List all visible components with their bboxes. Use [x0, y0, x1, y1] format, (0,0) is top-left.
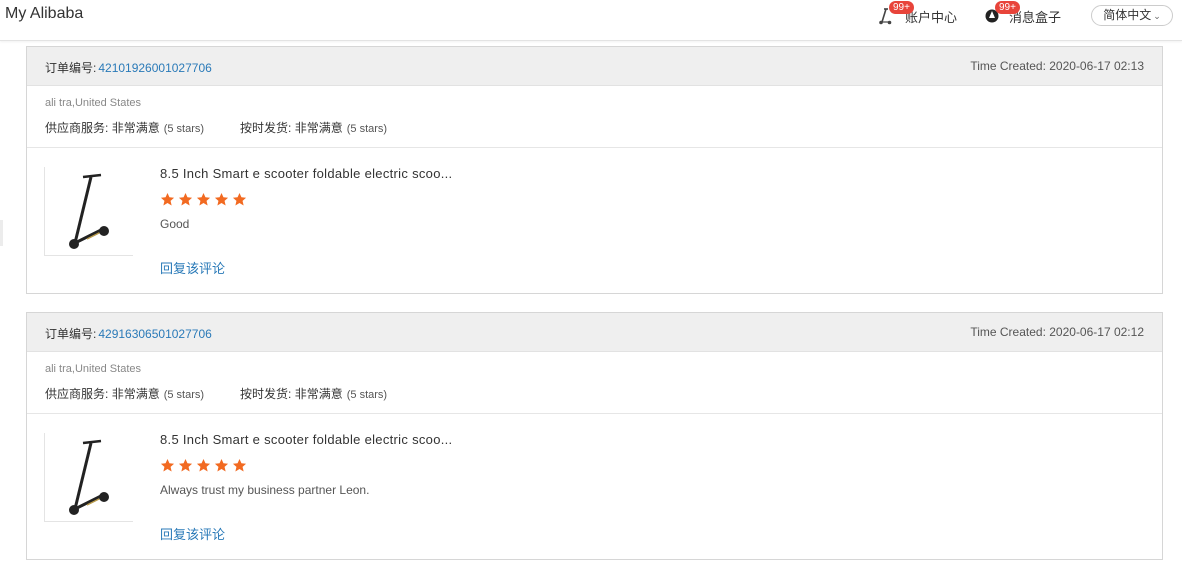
order-number-link[interactable]: 42101926001027706: [98, 61, 211, 75]
account-badge: 99+: [889, 1, 914, 14]
supplier-service-stars: (5 stars): [163, 389, 205, 401]
chevron-down-icon: ⌄: [1153, 11, 1161, 21]
product-title[interactable]: 8.5 Inch Smart e scooter foldable electr…: [160, 166, 452, 181]
order-number-link[interactable]: 42916306501027706: [98, 327, 211, 341]
message-bell-icon: 99+: [985, 1, 1020, 25]
message-badge: 99+: [995, 1, 1020, 14]
order-number-row: 订单编号: 42916306501027706: [45, 325, 212, 342]
card-header: 订单编号: 42101926001027706 Time Created: 202…: [27, 47, 1162, 86]
scooter-image: [69, 173, 109, 249]
supplier-service-stars: (5 stars): [163, 123, 205, 135]
star-icon: [232, 192, 247, 207]
language-label: 简体中文: [1103, 8, 1152, 22]
scooter-icon: 99+: [875, 1, 914, 25]
star-rating: [160, 192, 250, 208]
order-number-label: 订单编号:: [45, 61, 97, 75]
divider: [27, 413, 1162, 414]
account-center-link[interactable]: 99+ 账户中心: [875, 1, 957, 26]
review-comment: Good: [160, 217, 190, 231]
product-thumbnail[interactable]: [44, 167, 133, 256]
star-icon: [178, 192, 193, 207]
supplier-service-value: 非常满意: [111, 121, 160, 135]
star-rating: [160, 458, 250, 474]
buyer-info: ali tra,United States: [45, 363, 141, 375]
divider: [27, 147, 1162, 148]
message-box-link[interactable]: 99+ 消息盒子: [985, 1, 1061, 26]
on-time-delivery-stars: (5 stars): [346, 123, 388, 135]
product-thumbnail[interactable]: [44, 433, 133, 522]
order-number-label: 订单编号:: [45, 327, 97, 341]
rating-summary: 供应商服务: 非常满意 (5 stars) 按时发货: 非常满意 (5 stars): [45, 385, 387, 402]
reply-review-link[interactable]: 回复该评论: [160, 258, 225, 277]
buyer-info: ali tra,United States: [45, 97, 141, 109]
rating-summary: 供应商服务: 非常满意 (5 stars) 按时发货: 非常满意 (5 stars): [45, 119, 387, 136]
top-bar: My Alibaba 99+ 账户中心 99+ 消息盒子 简体中文 ⌄: [0, 0, 1182, 41]
star-icon: [178, 458, 193, 473]
on-time-delivery-value: 非常满意: [294, 387, 343, 401]
side-handle[interactable]: [0, 220, 3, 246]
reply-review-link[interactable]: 回复该评论: [160, 524, 225, 543]
supplier-service-label: 供应商服务:: [45, 121, 109, 135]
review-card: 订单编号: 42101926001027706 Time Created: 202…: [26, 46, 1163, 294]
star-icon: [160, 192, 175, 207]
star-icon: [214, 458, 229, 473]
order-number-row: 订单编号: 42101926001027706: [45, 59, 212, 76]
on-time-delivery-stars: (5 stars): [346, 389, 388, 401]
supplier-service-value: 非常满意: [111, 387, 160, 401]
scooter-image: [69, 439, 109, 515]
star-icon: [232, 458, 247, 473]
on-time-delivery-label: 按时发货:: [240, 121, 292, 135]
star-icon: [160, 458, 175, 473]
card-header: 订单编号: 42916306501027706 Time Created: 202…: [27, 313, 1162, 352]
language-selector[interactable]: 简体中文 ⌄: [1091, 5, 1173, 26]
review-card: 订单编号: 42916306501027706 Time Created: 202…: [26, 312, 1163, 560]
on-time-delivery-label: 按时发货:: [240, 387, 292, 401]
supplier-service-label: 供应商服务:: [45, 387, 109, 401]
on-time-delivery-value: 非常满意: [294, 121, 343, 135]
star-icon: [214, 192, 229, 207]
brand-title[interactable]: My Alibaba: [5, 5, 83, 23]
time-created: Time Created: 2020-06-17 02:13: [970, 59, 1144, 73]
review-comment: Always trust my business partner Leon.: [160, 483, 370, 497]
time-created: Time Created: 2020-06-17 02:12: [970, 325, 1144, 339]
star-icon: [196, 192, 211, 207]
star-icon: [196, 458, 211, 473]
product-title[interactable]: 8.5 Inch Smart e scooter foldable electr…: [160, 432, 452, 447]
